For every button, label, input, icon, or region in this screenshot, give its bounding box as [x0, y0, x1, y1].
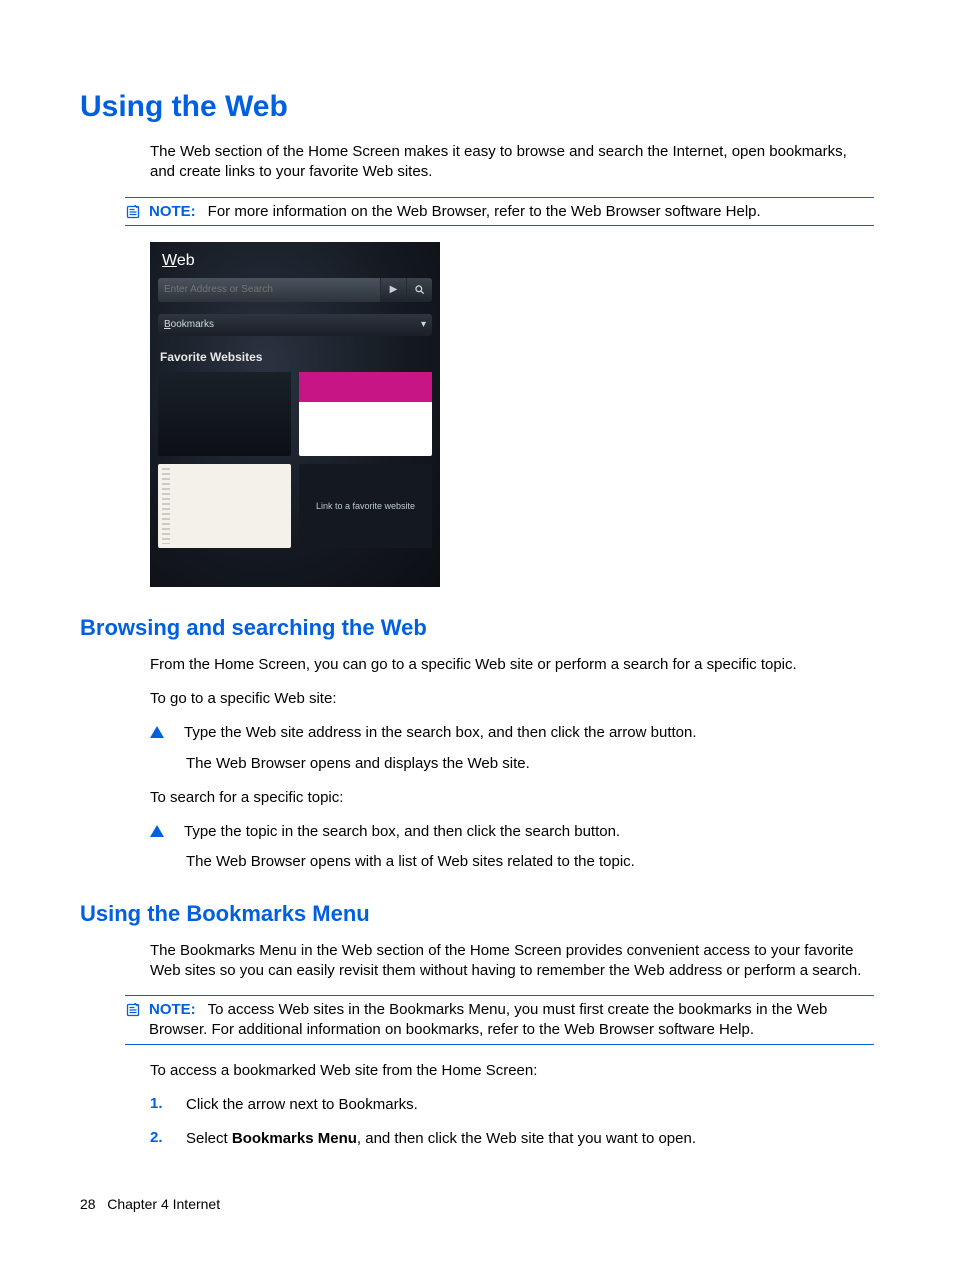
triangle-icon [150, 726, 164, 738]
shot-thumb-3[interactable] [158, 464, 291, 548]
note-text: To access Web sites in the Bookmarks Men… [149, 1001, 827, 1038]
shot-favorites-header: Favorite Websites [158, 342, 432, 366]
shot-thumb-2[interactable] [299, 372, 432, 456]
page-heading-h1: Using the Web [80, 90, 874, 124]
bullet-1-sub: The Web Browser opens and displays the W… [186, 754, 874, 774]
note-icon [125, 204, 141, 220]
bullet-1-text: Type the Web site address in the search … [184, 723, 697, 743]
page-footer: 28 Chapter 4 Internet [80, 1196, 220, 1212]
bullet-2-text: Type the topic in the search box, and th… [184, 822, 620, 842]
browsing-p3: To search for a specific topic: [150, 788, 874, 808]
shot-search-input[interactable] [158, 278, 380, 302]
shot-search-row: ▶ [158, 278, 432, 302]
note-text: For more information on the Web Browser,… [208, 203, 761, 220]
step-number: 2. [150, 1129, 166, 1146]
shot-search-button[interactable] [406, 278, 432, 302]
page-number: 28 [80, 1196, 96, 1212]
shot-thumb-empty[interactable]: Link to a favorite website [299, 464, 432, 548]
step-2: 2. Select Bookmarks Menu, and then click… [150, 1129, 874, 1149]
note-box-1: NOTE: For more information on the Web Bro… [125, 197, 874, 226]
shot-title: Web [158, 250, 432, 272]
intro-paragraph: The Web section of the Home Screen makes… [150, 142, 874, 183]
search-icon [414, 284, 425, 295]
heading-bookmarks: Using the Bookmarks Menu [80, 901, 874, 927]
bookmarks-p1: The Bookmarks Menu in the Web section of… [150, 941, 874, 982]
triangle-icon [150, 825, 164, 837]
note-label: NOTE: [149, 1001, 196, 1018]
step-1: 1. Click the arrow next to Bookmarks. [150, 1095, 874, 1115]
note-icon [125, 1002, 141, 1018]
bullet-2: Type the topic in the search box, and th… [150, 822, 874, 842]
bullet-2-sub: The Web Browser opens with a list of Web… [186, 852, 874, 872]
step-1-text: Click the arrow next to Bookmarks. [186, 1095, 418, 1115]
web-panel-screenshot: Web ▶ Bookmarks ▾ Favorite Websites Link… [150, 242, 440, 587]
bullet-1: Type the Web site address in the search … [150, 723, 874, 743]
heading-browsing: Browsing and searching the Web [80, 615, 874, 641]
browsing-p1: From the Home Screen, you can go to a sp… [150, 655, 874, 675]
shot-thumb-1[interactable] [158, 372, 291, 456]
chevron-down-icon: ▾ [421, 319, 426, 330]
chapter-label: Chapter 4 Internet [107, 1196, 220, 1212]
shot-bookmarks-bar[interactable]: Bookmarks ▾ [158, 314, 432, 336]
note-box-2: NOTE:To access Web sites in the Bookmark… [125, 995, 874, 1045]
step-number: 1. [150, 1095, 166, 1112]
shot-go-button[interactable]: ▶ [380, 278, 406, 302]
bookmarks-p2: To access a bookmarked Web site from the… [150, 1061, 874, 1081]
note-label: NOTE: [149, 203, 196, 220]
browsing-p2: To go to a specific Web site: [150, 689, 874, 709]
step-2-text: Select Bookmarks Menu, and then click th… [186, 1129, 696, 1149]
